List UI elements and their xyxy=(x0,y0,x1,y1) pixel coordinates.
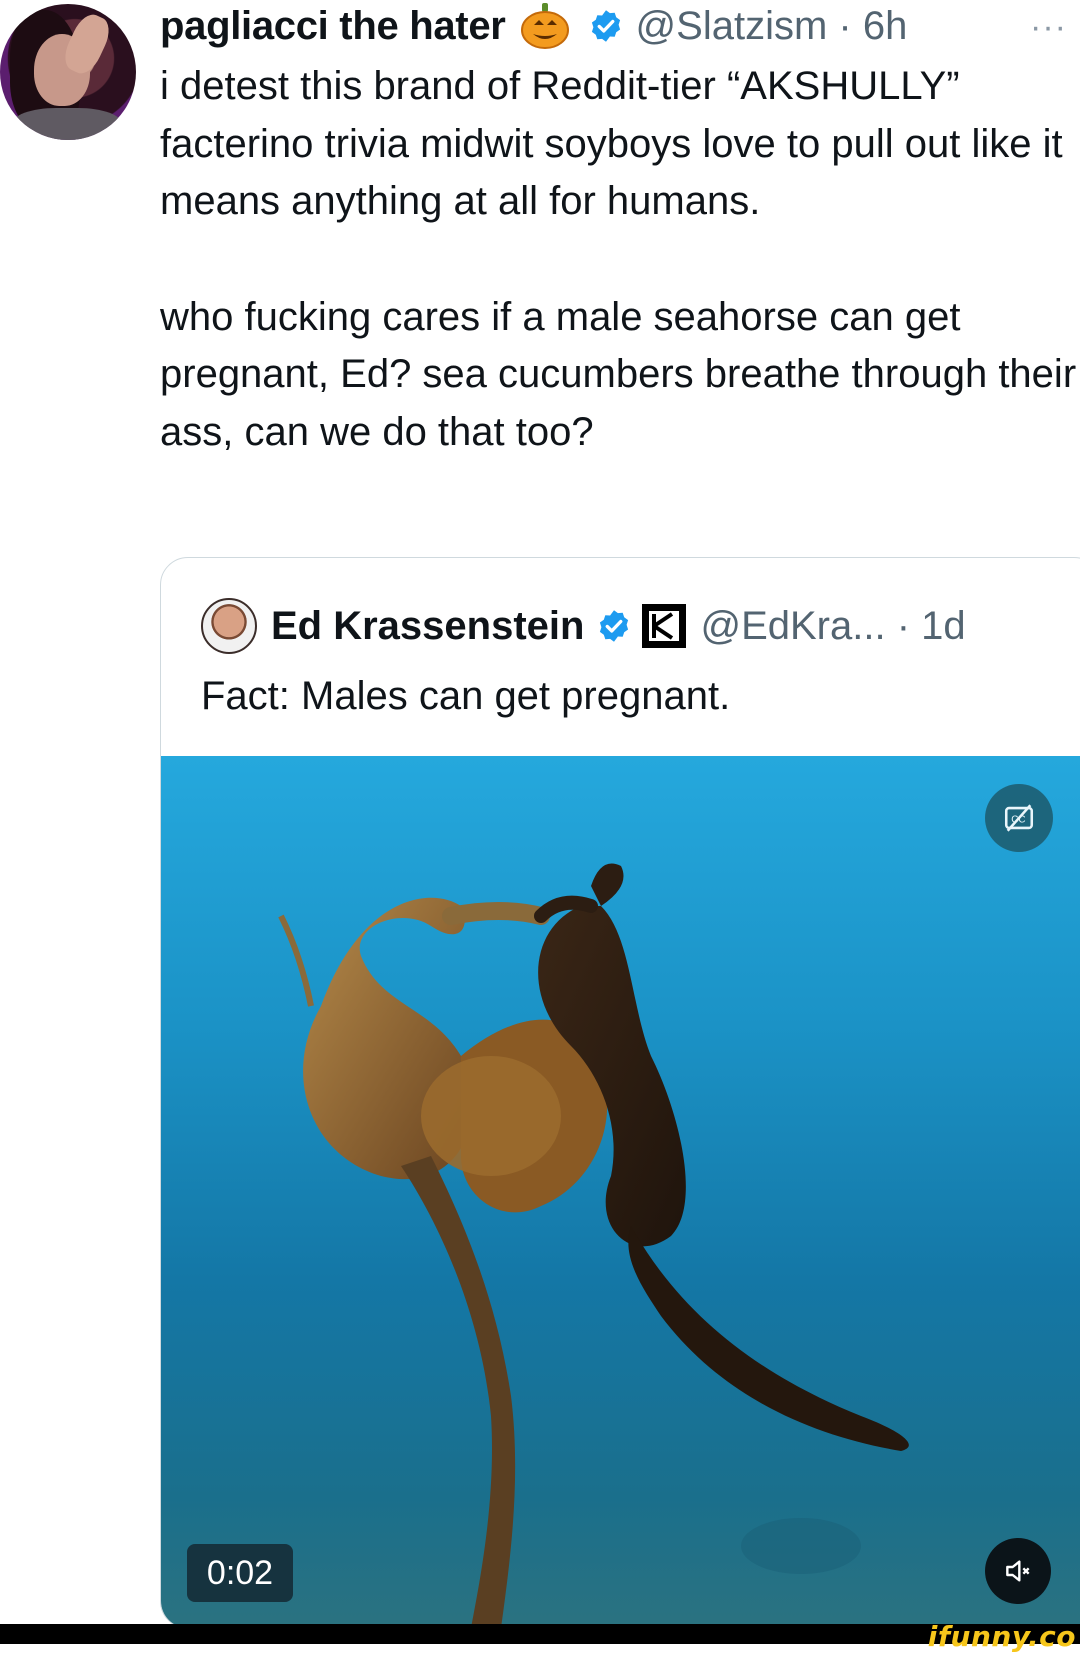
captions-off-icon[interactable]: CC xyxy=(985,784,1053,852)
author-avatar[interactable] xyxy=(0,4,136,140)
quoted-author-name[interactable]: Ed Krassenstein xyxy=(271,604,584,649)
footer-bar xyxy=(0,1624,1080,1644)
muted-speaker-icon[interactable] xyxy=(985,1538,1051,1604)
author-name[interactable]: pagliacci the hater xyxy=(160,4,506,49)
quoted-tweet-card[interactable]: Ed Krassenstein @EdKra... · 1d Fact: Mal… xyxy=(160,557,1080,1629)
tweet-body: i detest this brand of Reddit-tier “AKSH… xyxy=(160,58,1080,461)
jack-o-lantern-icon xyxy=(520,3,570,49)
quoted-tweet-header: Ed Krassenstein @EdKra... · 1d xyxy=(201,598,966,654)
ifunny-watermark: ifunny.co xyxy=(927,1620,1076,1653)
tweet-paragraph-2: who fucking cares if a male seahorse can… xyxy=(160,294,1077,454)
video-player[interactable]: CC 0:02 xyxy=(161,756,1080,1628)
tweet-header: pagliacci the hater @Slatzism · 6h xyxy=(160,0,907,52)
affiliate-logo-icon xyxy=(642,604,687,648)
tweet-paragraph-1: i detest this brand of Reddit-tier “AKSH… xyxy=(160,64,1063,223)
quoted-tweet-text: Fact: Males can get pregnant. xyxy=(201,674,731,718)
more-options-icon[interactable]: ··· xyxy=(1030,8,1067,47)
author-handle-time[interactable]: @Slatzism · 6h xyxy=(636,4,908,49)
video-duration: 0:02 xyxy=(187,1544,293,1602)
quoted-author-avatar[interactable] xyxy=(201,598,257,654)
seahorse-video-frame xyxy=(278,863,909,1628)
verified-badge-icon xyxy=(596,608,632,644)
quoted-author-handle-time[interactable]: @EdKra... · 1d xyxy=(700,604,965,649)
verified-badge-icon xyxy=(588,8,624,44)
